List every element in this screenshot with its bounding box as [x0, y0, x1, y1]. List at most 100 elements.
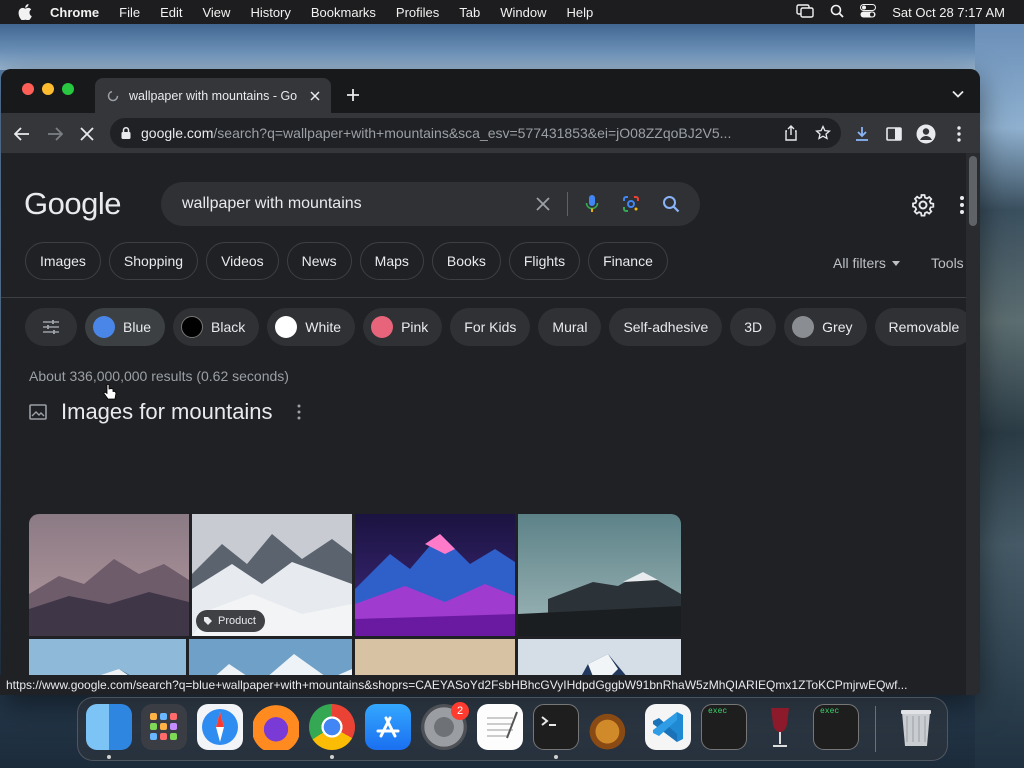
control-center-icon[interactable]: [860, 3, 877, 21]
menu-help[interactable]: Help: [567, 5, 594, 20]
chip-for-kids[interactable]: For Kids: [450, 308, 531, 346]
profile-avatar-icon[interactable]: [915, 123, 937, 145]
finder-icon[interactable]: [86, 704, 132, 750]
downloads-icon[interactable]: [851, 123, 873, 145]
search-box[interactable]: wallpaper with mountains: [161, 182, 700, 226]
chip-self-adhesive[interactable]: Self-adhesive: [609, 308, 723, 346]
terminal-icon[interactable]: [533, 704, 579, 750]
menu-tab[interactable]: Tab: [459, 5, 480, 20]
tab-books[interactable]: Books: [431, 242, 501, 280]
new-tab-icon[interactable]: [343, 85, 363, 105]
trash-icon[interactable]: [893, 704, 939, 750]
tab-search-chevron-icon[interactable]: [949, 85, 967, 103]
menu-bookmarks[interactable]: Bookmarks: [311, 5, 376, 20]
chip-pink[interactable]: Pink: [363, 308, 443, 346]
close-window-button[interactable]: [22, 83, 34, 95]
product-badge-label: Product: [218, 615, 256, 627]
tools-button[interactable]: Tools: [931, 255, 964, 271]
search-type-tabs: Images Shopping Videos News Maps Books F…: [25, 242, 668, 280]
menu-view[interactable]: View: [202, 5, 230, 20]
chip-removable[interactable]: Removable: [874, 308, 966, 346]
desktop-wallpaper-right: [975, 24, 1024, 768]
spotlight-search-icon[interactable]: [830, 4, 844, 21]
garageband-icon[interactable]: [589, 704, 635, 750]
menu-bar: Chrome File Edit View History Bookmarks …: [0, 0, 1024, 24]
menu-profiles[interactable]: Profiles: [396, 5, 439, 20]
vscode-icon[interactable]: [645, 704, 691, 750]
chip-black[interactable]: Black: [173, 308, 260, 346]
page-scrollbar[interactable]: [966, 153, 980, 695]
menu-window[interactable]: Window: [500, 5, 546, 20]
result-stats: About 336,000,000 results (0.62 seconds): [29, 368, 289, 384]
tab-active[interactable]: wallpaper with mountains - Go: [95, 78, 331, 113]
tab-finance[interactable]: Finance: [588, 242, 668, 280]
safari-icon[interactable]: [197, 704, 243, 750]
chrome-running-dot: [330, 755, 334, 759]
address-url[interactable]: google.com/search?q=wallpaper+with+mount…: [141, 125, 771, 141]
side-panel-icon[interactable]: [883, 123, 905, 145]
menu-clock[interactable]: Sat Oct 28 7:17 AM: [892, 5, 1005, 20]
chip-blue[interactable]: Blue: [85, 308, 166, 346]
tab-flights[interactable]: Flights: [508, 242, 581, 280]
minimize-window-button[interactable]: [42, 83, 54, 95]
all-filters-button[interactable]: All filters: [833, 255, 900, 271]
filter-settings-chip[interactable]: [25, 308, 77, 346]
google-apps-icon[interactable]: [956, 193, 966, 217]
forward-button[interactable]: [44, 123, 66, 145]
lock-icon[interactable]: [119, 126, 133, 140]
tab-images[interactable]: Images: [25, 242, 101, 280]
menu-app-name[interactable]: Chrome: [50, 5, 99, 20]
image-result[interactable]: Product: [192, 514, 352, 636]
chip-white[interactable]: White: [267, 308, 356, 346]
chip-mural[interactable]: Mural: [538, 308, 602, 346]
chrome-icon[interactable]: [309, 704, 355, 750]
clear-search-icon[interactable]: [533, 194, 553, 214]
menu-edit[interactable]: Edit: [160, 5, 182, 20]
share-icon[interactable]: [783, 125, 799, 141]
voice-search-icon[interactable]: [582, 194, 602, 214]
launchpad-icon[interactable]: [141, 704, 187, 750]
screen-mirroring-icon[interactable]: [796, 3, 814, 21]
app-store-icon[interactable]: [365, 704, 411, 750]
exec-icon[interactable]: exec: [813, 704, 859, 750]
image-result[interactable]: [518, 514, 681, 636]
images-section-header: Images for mountains: [29, 399, 301, 425]
finder-running-dot: [107, 755, 111, 759]
bookmark-star-icon[interactable]: [815, 125, 831, 141]
zoom-window-button[interactable]: [62, 83, 74, 95]
tab-videos[interactable]: Videos: [206, 242, 279, 280]
chrome-menu-icon[interactable]: [948, 123, 970, 145]
apple-menu-icon[interactable]: [18, 4, 34, 20]
image-result[interactable]: [29, 514, 189, 636]
google-results-page: Google wallpaper with mountains Images S…: [1, 153, 966, 695]
tab-title: wallpaper with mountains - Go: [129, 88, 298, 103]
chip-grey[interactable]: Grey: [784, 308, 867, 346]
browser-toolbar: google.com/search?q=wallpaper+with+mount…: [1, 113, 980, 153]
address-bar[interactable]: google.com/search?q=wallpaper+with+mount…: [110, 118, 841, 148]
stop-loading-button[interactable]: [76, 123, 98, 145]
wine-icon[interactable]: [757, 704, 803, 750]
more-options-icon[interactable]: [297, 404, 301, 420]
images-heading[interactable]: Images for mountains: [61, 399, 273, 425]
exec-icon[interactable]: exec: [701, 704, 747, 750]
menu-history[interactable]: History: [250, 5, 290, 20]
tab-close-icon[interactable]: [307, 88, 323, 104]
google-logo[interactable]: Google: [24, 186, 121, 222]
chip-3d[interactable]: 3D: [730, 308, 777, 346]
textedit-icon[interactable]: [477, 704, 523, 750]
tab-news[interactable]: News: [286, 242, 352, 280]
refine-chips: Blue Black White Pink For Kids Mural Sel…: [25, 308, 966, 346]
search-submit-icon[interactable]: [661, 194, 681, 214]
image-result[interactable]: [355, 514, 515, 636]
menu-file[interactable]: File: [119, 5, 140, 20]
back-button[interactable]: [11, 123, 33, 145]
pink-swatch: [371, 316, 394, 338]
settings-gear-icon[interactable]: [911, 193, 935, 217]
firefox-icon[interactable]: [253, 704, 299, 750]
all-filters-label: All filters: [833, 255, 886, 271]
header-divider: [1, 297, 966, 298]
tab-maps[interactable]: Maps: [359, 242, 424, 280]
tab-shopping[interactable]: Shopping: [108, 242, 199, 280]
scrollbar-thumb[interactable]: [969, 156, 977, 226]
lens-search-icon[interactable]: [621, 194, 641, 214]
